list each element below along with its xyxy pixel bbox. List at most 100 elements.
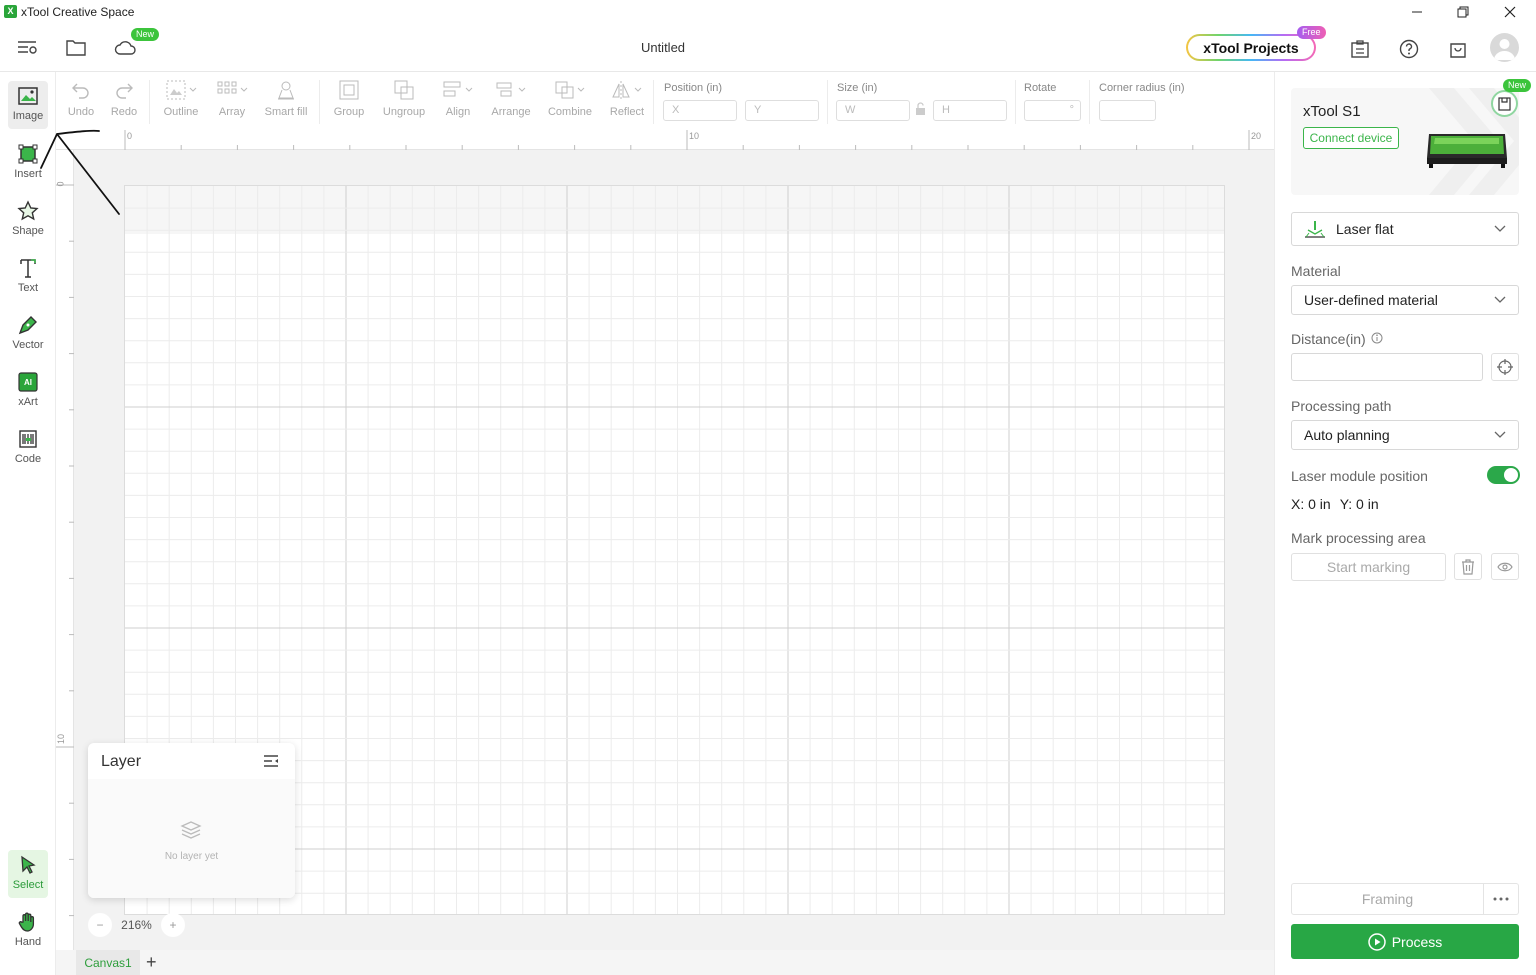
help-button[interactable] [1394,34,1424,64]
size-w-input[interactable]: W [836,100,910,121]
clipboard-icon [1351,40,1369,58]
redo-button[interactable]: Redo [109,80,139,118]
process-button[interactable]: Process [1291,924,1519,959]
tool-code[interactable]: Code [8,424,48,472]
zoom-out-button[interactable]: − [88,913,112,937]
combine-icon [555,81,585,99]
tool-hand-label: Hand [14,936,42,948]
shop-button[interactable] [1443,34,1473,64]
menu-button[interactable] [12,32,42,62]
size-label: Size (in) [837,82,878,94]
more-options-button[interactable] [1484,883,1519,915]
tool-vector-label: Vector [12,339,44,351]
avatar[interactable] [1490,33,1519,62]
toolbar-divider [1089,80,1090,124]
tool-xart-label: xArt [18,396,38,408]
arrange-button[interactable]: Arrange [489,80,533,118]
processing-path-select[interactable]: Auto planning [1291,420,1519,450]
processing-path-label: Processing path [1291,398,1392,414]
tool-image[interactable]: Image [8,81,48,129]
align-icon [443,81,473,97]
material-select[interactable]: User-defined material [1291,285,1519,315]
device-name: xTool S1 [1303,103,1361,120]
device-save-button[interactable] [1491,90,1518,117]
close-icon [1504,6,1516,18]
restore-button[interactable] [1440,0,1486,24]
distance-input[interactable] [1291,353,1483,381]
ruler-label-h10: 10 [689,131,700,141]
ungroup-icon [394,80,414,100]
clear-marking-button[interactable] [1454,553,1482,580]
group-button[interactable]: Group [332,80,366,118]
tool-code-label: Code [14,453,42,465]
chevron-down-icon [1494,296,1506,303]
minimize-icon [1412,11,1422,13]
combine-button[interactable]: Combine [546,80,594,118]
vertical-ruler-ticks [56,184,74,917]
zoom-in-button[interactable]: + [160,913,185,937]
laser-flat-icon [1305,221,1325,238]
align-label: Align [445,106,471,118]
image-icon [18,87,38,105]
crosshair-icon [1497,359,1513,375]
tool-vector[interactable]: Vector [8,310,48,358]
close-button[interactable] [1487,0,1533,24]
undo-button[interactable]: Undo [66,80,96,118]
auto-measure-button[interactable] [1491,353,1519,381]
toggle-marking-visibility-button[interactable] [1491,553,1519,580]
array-button[interactable]: Array [214,80,250,118]
open-folder-button[interactable] [61,32,91,62]
chevron-down-icon [1494,225,1506,232]
tool-select[interactable]: Select [8,850,48,898]
laser-module-toggle[interactable] [1487,466,1520,484]
material-label: Material [1291,263,1341,279]
mark-area-label: Mark processing area [1291,530,1426,546]
tool-hand[interactable]: Hand [8,907,48,955]
lock-ratio-button[interactable] [915,102,926,116]
position-x-input[interactable]: X [663,100,737,121]
zoom-control: − 216% + [88,913,185,937]
cloud-icon [114,41,136,55]
ungroup-button[interactable]: Ungroup [379,80,429,118]
processing-mode-select[interactable]: Laser flat [1291,212,1519,246]
tool-shape-label: Shape [12,225,44,237]
smart-fill-button[interactable]: Smart fill [262,80,310,118]
toolbar-divider [827,80,828,124]
device-new-badge: New [1503,79,1532,92]
tool-xart[interactable]: AI xArt [8,367,48,415]
align-button[interactable]: Align [442,80,474,118]
tool-text-label: Text [17,282,39,294]
app-logo-icon: X [4,5,17,18]
info-icon[interactable] [1371,332,1383,344]
size-h-input[interactable]: H [933,100,1007,121]
window-title: xTool Creative Space [21,5,135,19]
position-y-input[interactable]: Y [745,100,819,121]
reflect-button[interactable]: Reflect [608,80,646,118]
text-icon [20,259,36,278]
ai-icon: AI [18,372,38,392]
device-file-icon [1498,96,1511,111]
material-value: User-defined material [1304,292,1438,308]
outline-button[interactable]: Outline [160,80,202,118]
xtool-projects-button[interactable]: xTool Projects [1186,34,1316,61]
tool-text[interactable]: Text [8,253,48,301]
rotate-input[interactable]: ° [1024,100,1081,121]
start-marking-button[interactable]: Start marking [1291,553,1446,581]
tab-canvas1[interactable]: Canvas1 [76,950,140,975]
connect-device-button[interactable]: Connect device [1303,127,1399,149]
framing-button[interactable]: Framing [1291,883,1484,915]
layer-collapse-button[interactable] [263,754,279,768]
laser-x-readout: X: 0 in [1291,496,1331,512]
lock-open-icon [916,102,925,115]
corner-radius-input[interactable] [1099,100,1156,121]
title-bar [0,0,1536,24]
reflect-label: Reflect [609,106,645,118]
layers-icon [180,820,202,840]
tutorials-button[interactable] [1345,34,1375,64]
add-canvas-button[interactable]: + [146,952,157,973]
minimize-button[interactable] [1394,0,1440,24]
document-title: Untitled [640,40,686,55]
canvas-tab-bar [56,950,1274,975]
array-label: Array [218,106,246,118]
collapse-list-icon [264,755,278,767]
